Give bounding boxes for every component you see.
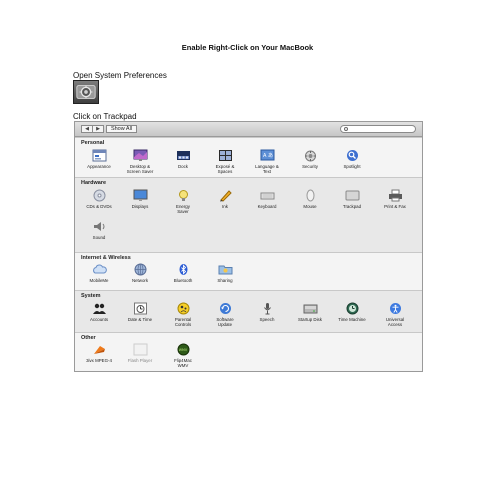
pref-flip4mac-wmv[interactable]: WMV Flip4Mac WMV	[163, 343, 203, 368]
step-open-system-preferences: Open System Preferences	[73, 71, 167, 80]
document-title: Enable Right-Click on Your MacBook	[181, 43, 314, 52]
section-label-internet-wireless: Internet & Wireless	[81, 255, 131, 261]
step-click-on-trackpad: Click on Trackpad	[73, 112, 137, 121]
pref-cds-dvds[interactable]: CDs & DVDs	[79, 189, 119, 209]
clock-icon	[133, 302, 148, 315]
3ivx-icon	[92, 343, 107, 356]
section-other: Other 3ivx MPEG-4 Flash Player WMV Flip4…	[75, 332, 422, 371]
flip4mac-icon: WMV	[176, 343, 191, 356]
pref-energy-saver[interactable]: Energy Saver	[163, 189, 203, 214]
sound-icon	[92, 220, 107, 233]
pref-date-time[interactable]: Date & Time	[120, 302, 160, 322]
section-label-personal: Personal	[81, 140, 105, 146]
pref-print-fax[interactable]: Print & Fax	[375, 189, 415, 209]
pref-appearance[interactable]: Appearance	[79, 149, 119, 169]
pref-3ivx-mpeg4[interactable]: 3ivx MPEG-4	[79, 343, 119, 363]
pref-parental-controls[interactable]: Parental Controls	[163, 302, 203, 327]
system-preferences-app-icon	[73, 80, 99, 104]
network-icon	[133, 263, 148, 276]
svg-text:A: A	[263, 153, 267, 159]
pref-startup-disk[interactable]: Startup Disk	[290, 302, 330, 322]
expose-icon	[218, 149, 233, 162]
system-preferences-window: ◀ ▶ Show All Personal Appearance Desktop…	[74, 121, 423, 372]
pref-network[interactable]: Network	[120, 263, 160, 283]
search-field[interactable]	[340, 125, 416, 133]
pref-sound[interactable]: Sound	[79, 220, 119, 240]
sharing-icon	[218, 263, 233, 276]
spotlight-icon	[345, 149, 360, 162]
pref-mobileme[interactable]: MobileMe	[79, 263, 119, 283]
appearance-icon	[92, 149, 107, 162]
language-icon: Aあ	[260, 149, 275, 162]
pref-desktop-screen-saver[interactable]: Desktop & Screen Saver	[120, 149, 160, 174]
pref-time-machine[interactable]: Time Machine	[332, 302, 372, 322]
desktop-icon	[133, 149, 148, 162]
cloud-icon	[92, 263, 107, 276]
accessibility-icon	[388, 302, 403, 315]
dock-icon	[176, 149, 191, 162]
window-toolbar: ◀ ▶ Show All	[75, 122, 422, 137]
pref-dock[interactable]: Dock	[163, 149, 203, 169]
energy-icon	[176, 189, 191, 202]
trackpad-icon	[345, 189, 360, 202]
cd-icon	[92, 189, 107, 202]
pref-mouse[interactable]: Mouse	[290, 189, 330, 209]
svg-text:WMV: WMV	[178, 348, 187, 352]
section-label-hardware: Hardware	[81, 180, 107, 186]
accounts-icon	[92, 302, 107, 315]
pref-expose-spaces[interactable]: Exposé & Spaces	[205, 149, 245, 174]
bluetooth-icon	[176, 263, 191, 276]
flash-icon	[133, 343, 148, 356]
pref-flash-player[interactable]: Flash Player	[120, 343, 160, 363]
ink-icon	[218, 189, 233, 202]
keyboard-icon	[260, 189, 275, 202]
printer-icon	[388, 189, 403, 202]
section-system: System Accounts Date & Time Parental Con…	[75, 290, 422, 332]
forward-button[interactable]: ▶	[92, 125, 104, 133]
pref-universal-access[interactable]: Universal Access	[375, 302, 415, 327]
pref-trackpad[interactable]: Trackpad	[332, 189, 372, 209]
section-label-other: Other	[81, 335, 96, 341]
pref-displays[interactable]: Displays	[120, 189, 160, 209]
section-personal: Personal Appearance Desktop & Screen Sav…	[75, 137, 422, 177]
update-icon	[218, 302, 233, 315]
pref-sharing[interactable]: Sharing	[205, 263, 245, 283]
show-all-button[interactable]: Show All	[106, 125, 137, 133]
security-icon	[303, 149, 318, 162]
svg-text:あ: あ	[268, 153, 273, 159]
section-label-system: System	[81, 293, 101, 299]
time-machine-icon	[345, 302, 360, 315]
pref-software-update[interactable]: Software Update	[205, 302, 245, 327]
pref-language-text[interactable]: Aあ Language & Text	[247, 149, 287, 174]
microphone-icon	[260, 302, 275, 315]
pref-bluetooth[interactable]: Bluetooth	[163, 263, 203, 283]
section-internet-wireless: Internet & Wireless MobileMe Network Blu…	[75, 252, 422, 290]
pref-accounts[interactable]: Accounts	[79, 302, 119, 322]
parental-icon	[176, 302, 191, 315]
display-icon	[133, 189, 148, 202]
section-hardware: Hardware CDs & DVDs Displays Energy Save…	[75, 177, 422, 252]
pref-keyboard[interactable]: Keyboard	[247, 189, 287, 209]
mouse-icon	[303, 189, 318, 202]
pref-spotlight[interactable]: Spotlight	[332, 149, 372, 169]
pref-ink[interactable]: Ink	[205, 189, 245, 209]
pref-security[interactable]: Security	[290, 149, 330, 169]
pref-speech[interactable]: Speech	[247, 302, 287, 322]
disk-icon	[303, 302, 318, 315]
search-icon	[344, 127, 348, 131]
